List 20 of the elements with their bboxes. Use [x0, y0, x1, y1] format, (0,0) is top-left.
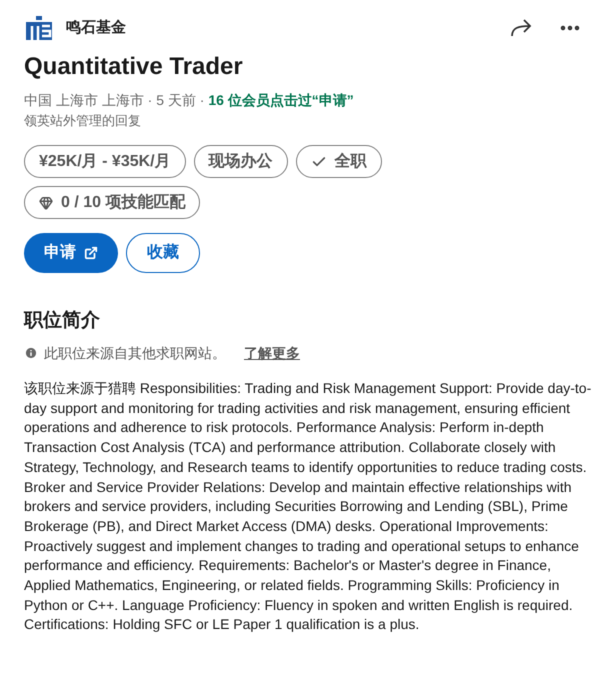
job-description: 该职位来源于猎聘 Responsibilities: Trading and Risk Management Support: Provide day-to-day support and monitoring for trading activities and risk management, ensuring efficient operations and adherence to risk protocols. Performance Analysis: Perform in-depth Transaction Cost Analysis (TCA) and performance attribution. Collaborate closely with Strategy, Technology, and Research teams to identify opportunities to reduce trading costs. Broker and Service Provider Relations: Develop and maintain effective relationships with brokers and service providers, including Securities Borrowing and Lending (SBL), Prime Brokerage (PB), and Direct Market Access (DMA) desks. Operational Improvements: Proactively suggest and implement changes to trading and operational setups to enhance performance and efficiency. Requirements: Bachelor's or Master's degree in Finance, Applied Mathematics, Engineering, or related fields. Programming Skills: Proficiency in Python or C++. Language Proficiency: Fluency in spoken and written English is required. Certifications: Holding SFC or LE Paper 1 qualification is a plus. [24, 379, 592, 634]
tag-pill: 0 / 10 项技能匹配 [24, 186, 200, 219]
applicant-count: 16 位会员点击过“申请” [208, 92, 354, 108]
company-name[interactable]: 鸣石基金 [66, 16, 126, 40]
company-logo [24, 14, 54, 42]
learn-more-link[interactable]: 了解更多 [244, 343, 300, 363]
tag-pill: ¥25K/月 - ¥35K/月 [24, 145, 186, 178]
section-title: 职位简介 [24, 309, 100, 333]
apply-button[interactable]: 申请 [24, 233, 118, 273]
save-button[interactable]: 收藏 [126, 233, 200, 273]
job-title: Quantitative Trader [24, 52, 244, 82]
source-note: 此职位来源自其他求职网站。 [44, 344, 226, 363]
diamond-icon [39, 196, 53, 210]
tag-pill: 现场办公 [194, 145, 288, 178]
share-icon[interactable] [510, 18, 534, 38]
external-link-icon [84, 246, 98, 260]
job-meta: 中国 上海市 上海市 · 5 天前 · [24, 92, 206, 108]
response-note: 领英站外管理的回复 [24, 112, 141, 130]
tag-pill: 全职 [296, 145, 382, 178]
info-icon [24, 346, 38, 360]
